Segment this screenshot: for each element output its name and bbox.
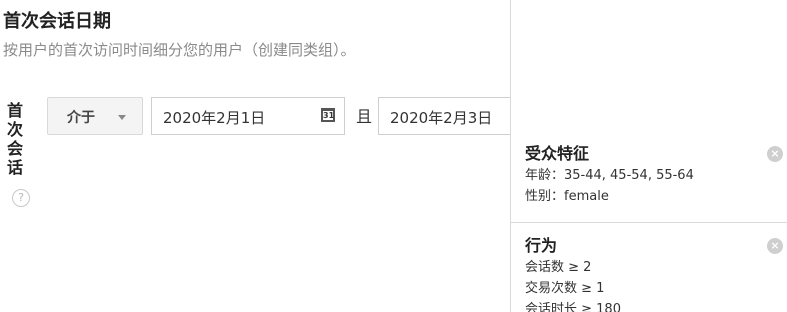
end-date-value: 2020年2月3日	[390, 109, 493, 127]
page-title: 首次会话日期	[3, 11, 111, 32]
remove-condition-icon[interactable]: ×	[767, 238, 783, 254]
end-date-input[interactable]: 2020年2月3日	[378, 97, 510, 135]
calendar-icon[interactable]: 31	[321, 108, 335, 122]
divider	[511, 222, 787, 223]
summary-line: 年龄：35-44, 45-54, 55-64	[525, 168, 694, 183]
start-date-input[interactable]: 2020年2月1日 31	[151, 97, 345, 135]
label-char: 话	[6, 158, 23, 177]
segment-summary-panel: 受众特征 年龄：35-44, 45-54, 55-64 性别：female × …	[510, 0, 787, 312]
start-date-value: 2020年2月1日	[163, 109, 266, 127]
operator-label: 介于	[67, 110, 95, 126]
and-label: 且	[356, 107, 373, 126]
summary-line: 会话时长 ≥ 180	[525, 302, 621, 312]
page-subtitle: 按用户的首次访问时间细分您的用户（创建同类组）。	[3, 41, 356, 59]
chevron-down-icon	[118, 115, 126, 120]
summary-line: 性别：female	[525, 189, 609, 204]
operator-dropdown[interactable]: 介于	[47, 97, 143, 135]
label-char: 首	[6, 101, 23, 120]
summary-section-title: 行为	[525, 236, 558, 255]
label-char: 会	[6, 139, 23, 158]
summary-section-title: 受众特征	[525, 144, 590, 163]
summary-line: 会话数 ≥ 2	[525, 260, 592, 275]
summary-line: 交易次数 ≥ 1	[525, 281, 605, 296]
first-session-label: 首 次 会 话	[6, 101, 24, 177]
summary-section-behavior: 行为 会话数 ≥ 2 交易次数 ≥ 1 会话时长 ≥ 180	[525, 235, 621, 312]
summary-section-demographics: 受众特征 年龄：35-44, 45-54, 55-64 性别：female	[525, 143, 694, 207]
remove-condition-icon[interactable]: ×	[767, 146, 783, 162]
help-icon[interactable]: ?	[12, 189, 30, 207]
label-char: 次	[6, 120, 23, 139]
